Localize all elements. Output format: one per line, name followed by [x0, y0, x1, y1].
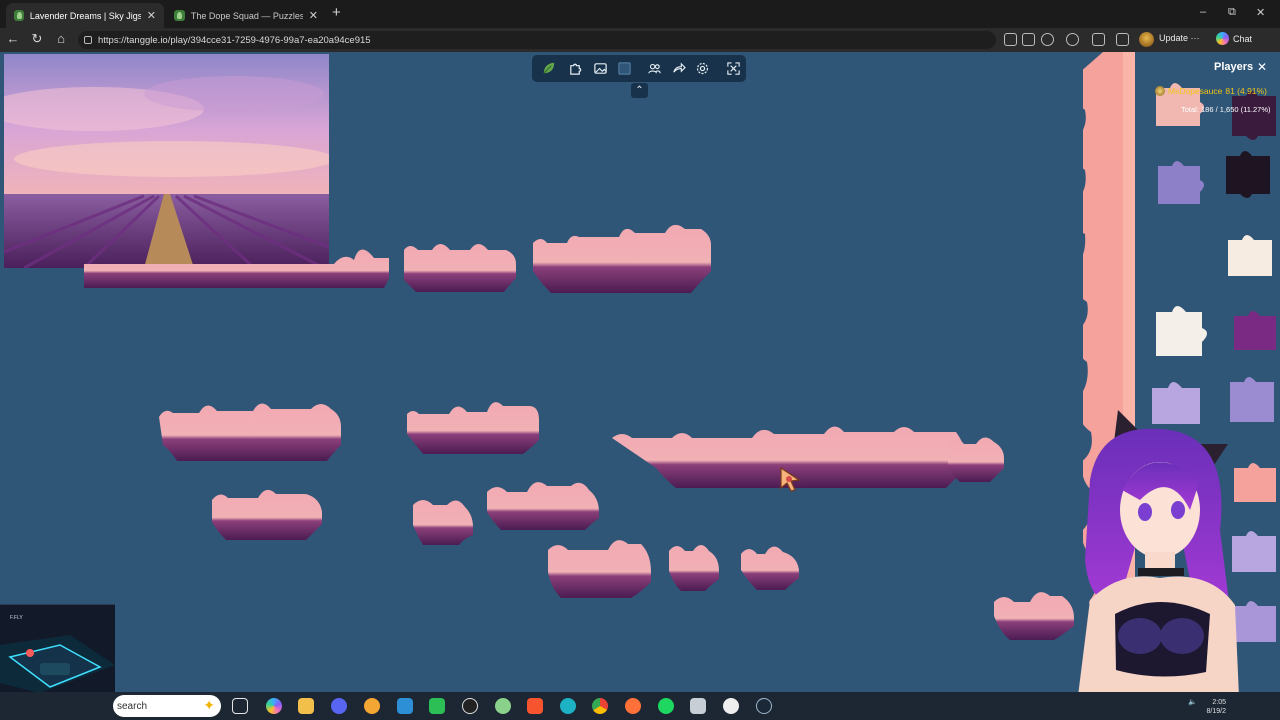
- app-icon[interactable]: [397, 698, 413, 714]
- extensions-icon[interactable]: [1066, 33, 1079, 46]
- svg-text:F.FLY: F.FLY: [10, 615, 23, 621]
- puzzle-piece[interactable]: [413, 495, 473, 545]
- file-explorer-icon[interactable]: [298, 698, 314, 714]
- loose-piece[interactable]: [1218, 146, 1278, 204]
- puzzle-piece-group[interactable]: [212, 478, 322, 544]
- fullscreen-icon[interactable]: [725, 60, 742, 77]
- loose-piece[interactable]: [1228, 306, 1280, 358]
- copilot-app-icon[interactable]: [266, 698, 282, 714]
- reading-view-icon[interactable]: [1022, 33, 1035, 46]
- loose-piece[interactable]: [1146, 298, 1214, 364]
- minimize-button[interactable]: –: [1200, 6, 1206, 18]
- players-total: Total: 186 / 1,650 (11.27%): [1181, 105, 1271, 114]
- leaf-logo-icon[interactable]: [538, 60, 558, 77]
- players-icon[interactable]: [646, 60, 663, 77]
- puzzle-piece-group[interactable]: [159, 391, 341, 461]
- player-name: MsDopesauce: [1168, 86, 1223, 96]
- player-stats: 81 (4.91%): [1225, 86, 1267, 96]
- reload-icon[interactable]: ↻: [27, 31, 47, 47]
- tab-dope-squad[interactable]: The Dope Squad — Puzzles ✕: [166, 3, 326, 28]
- chat-label: Chat: [1233, 33, 1253, 44]
- system-clock[interactable]: 2:05 8/19/2: [1198, 698, 1226, 716]
- tab-title: Lavender Dreams | Sky Jigsaw: [29, 10, 141, 21]
- puzzle-piece-group[interactable]: [533, 217, 716, 293]
- app-icon[interactable]: [462, 698, 478, 714]
- copilot-chat-button[interactable]: Chat: [1216, 32, 1252, 45]
- tab-lavender-dreams[interactable]: Lavender Dreams | Sky Jigsaw ✕: [6, 3, 164, 28]
- close-tab-icon[interactable]: ✕: [309, 9, 318, 22]
- settings-icon[interactable]: [694, 60, 711, 77]
- task-view-icon[interactable]: [232, 698, 248, 714]
- stream-overlay-card: F.FLY: [0, 604, 115, 692]
- chrome-browser-icon[interactable]: [592, 698, 608, 714]
- loose-piece[interactable]: [1226, 88, 1280, 144]
- spotify-icon[interactable]: [658, 698, 674, 714]
- puzzle-piece[interactable]: [948, 432, 1004, 482]
- maximize-button[interactable]: ⧉: [1228, 6, 1236, 19]
- search-highlight-icon: ✦: [203, 697, 215, 713]
- app-icon[interactable]: [364, 698, 380, 714]
- hand-cursor-icon: [779, 466, 803, 492]
- puzzle-piece[interactable]: [669, 541, 720, 591]
- puzzle-piece-group[interactable]: [84, 230, 389, 300]
- preview-image-icon[interactable]: [592, 60, 609, 77]
- split-screen-icon[interactable]: [1004, 33, 1017, 46]
- puzzle-piece-group[interactable]: [487, 474, 599, 530]
- vtuber-avatar-overlay: [1030, 400, 1280, 720]
- update-button[interactable]: Update ···: [1159, 33, 1200, 43]
- profile-avatar-icon[interactable]: [1139, 32, 1154, 47]
- search-placeholder: search: [117, 700, 148, 712]
- favorites-icon[interactable]: [1092, 33, 1105, 46]
- app-icon[interactable]: [723, 698, 739, 714]
- puzzle-piece-group[interactable]: [548, 530, 651, 598]
- collapse-toolbar-button[interactable]: ⌃: [631, 83, 648, 98]
- puzzle-pieces-icon[interactable]: [567, 60, 584, 77]
- close-tab-icon[interactable]: ✕: [147, 9, 156, 22]
- taskbar-search[interactable]: search ✦: [113, 695, 221, 717]
- app-icon[interactable]: [429, 698, 445, 714]
- volume-icon[interactable]: 🔈: [1188, 698, 1197, 707]
- favorite-star-icon[interactable]: [1041, 33, 1054, 46]
- edge-browser-icon[interactable]: [560, 698, 576, 714]
- brave-browser-icon[interactable]: [527, 698, 543, 714]
- puzzle-piece-group[interactable]: [407, 382, 550, 454]
- share-icon[interactable]: [670, 60, 687, 77]
- tanggle-favicon-icon: [14, 10, 24, 21]
- back-arrow-icon[interactable]: ←: [3, 31, 23, 46]
- browser-tab-bar: Lavender Dreams | Sky Jigsaw ✕ The Dope …: [0, 0, 1280, 28]
- loose-piece[interactable]: [1222, 230, 1278, 282]
- puzzle-piece-group[interactable]: [612, 424, 966, 496]
- close-window-button[interactable]: ✕: [1256, 6, 1265, 19]
- address-bar[interactable]: https://tanggle.io/play/394cce31-7259-49…: [78, 31, 996, 49]
- discord-icon[interactable]: [331, 698, 347, 714]
- tanggle-favicon-icon: [174, 10, 185, 21]
- download-icon[interactable]: [1116, 33, 1129, 46]
- puzzle-piece-group[interactable]: [404, 236, 516, 294]
- clock-date: 8/19/2: [1206, 708, 1226, 715]
- copilot-icon: [1216, 32, 1229, 45]
- player-avatar-icon: [1155, 86, 1165, 96]
- app-icon[interactable]: [690, 698, 706, 714]
- game-toolbar: [532, 55, 746, 82]
- url-text: https://tanggle.io/play/394cce31-7259-49…: [98, 34, 371, 46]
- steam-icon[interactable]: [756, 698, 772, 714]
- close-players-panel-icon[interactable]: ✕: [1257, 60, 1267, 74]
- home-icon[interactable]: ⌂: [51, 31, 71, 46]
- browser-toolbar: ← ↻ ⌂ https://tanggle.io/play/394cce31-7…: [0, 28, 1280, 52]
- background-color-icon[interactable]: [616, 60, 633, 77]
- new-tab-button[interactable]: +: [332, 4, 341, 21]
- app-icon[interactable]: [495, 698, 511, 714]
- players-panel-title: Players: [1214, 61, 1254, 73]
- firefox-browser-icon[interactable]: [625, 698, 641, 714]
- player-entry: MsDopesauce 81 (4.91%): [1155, 86, 1267, 96]
- lock-icon: [84, 36, 92, 44]
- clock-time: 2:05: [1212, 699, 1226, 706]
- tab-title: The Dope Squad — Puzzles: [190, 10, 303, 21]
- loose-piece[interactable]: [1154, 158, 1206, 208]
- chevron-up-icon: ⌃: [635, 84, 644, 96]
- puzzle-piece[interactable]: [741, 540, 799, 590]
